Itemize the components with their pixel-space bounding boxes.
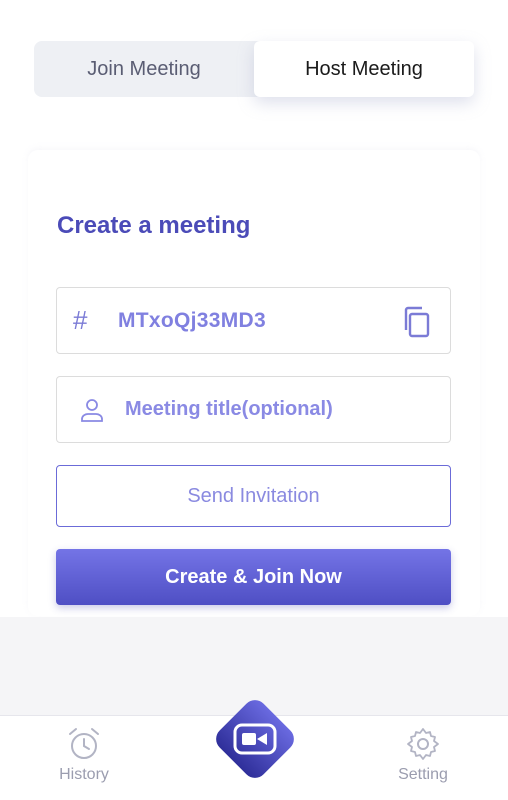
meeting-mode-tabs: Join Meeting Host Meeting [34,41,474,97]
tab-join-meeting[interactable]: Join Meeting [34,41,254,97]
alarm-clock-icon [69,728,99,759]
send-invitation-button[interactable]: Send Invitation [56,465,451,527]
page-title: Create a meeting [57,212,251,239]
nav-item-history[interactable]: History [34,726,134,784]
gear-icon [407,728,439,760]
nav-label-setting: Setting [398,766,448,783]
nav-label-history: History [59,766,109,783]
video-call-button[interactable] [209,693,301,785]
meeting-code-value: MTxoQj33MD3 [118,308,266,332]
nav-item-setting[interactable]: Setting [373,726,473,784]
person-icon [81,399,103,422]
tab-host-meeting[interactable]: Host Meeting [254,41,474,97]
meeting-title-field[interactable]: Meeting title(optional) [56,376,451,443]
hash-icon: # [73,305,88,335]
meeting-code-field: # MTxoQj33MD3 [56,287,451,354]
copy-icon[interactable] [402,306,432,338]
create-join-button[interactable]: Create & Join Now [56,549,451,605]
meeting-title-input[interactable]: Meeting title(optional) [125,398,333,421]
